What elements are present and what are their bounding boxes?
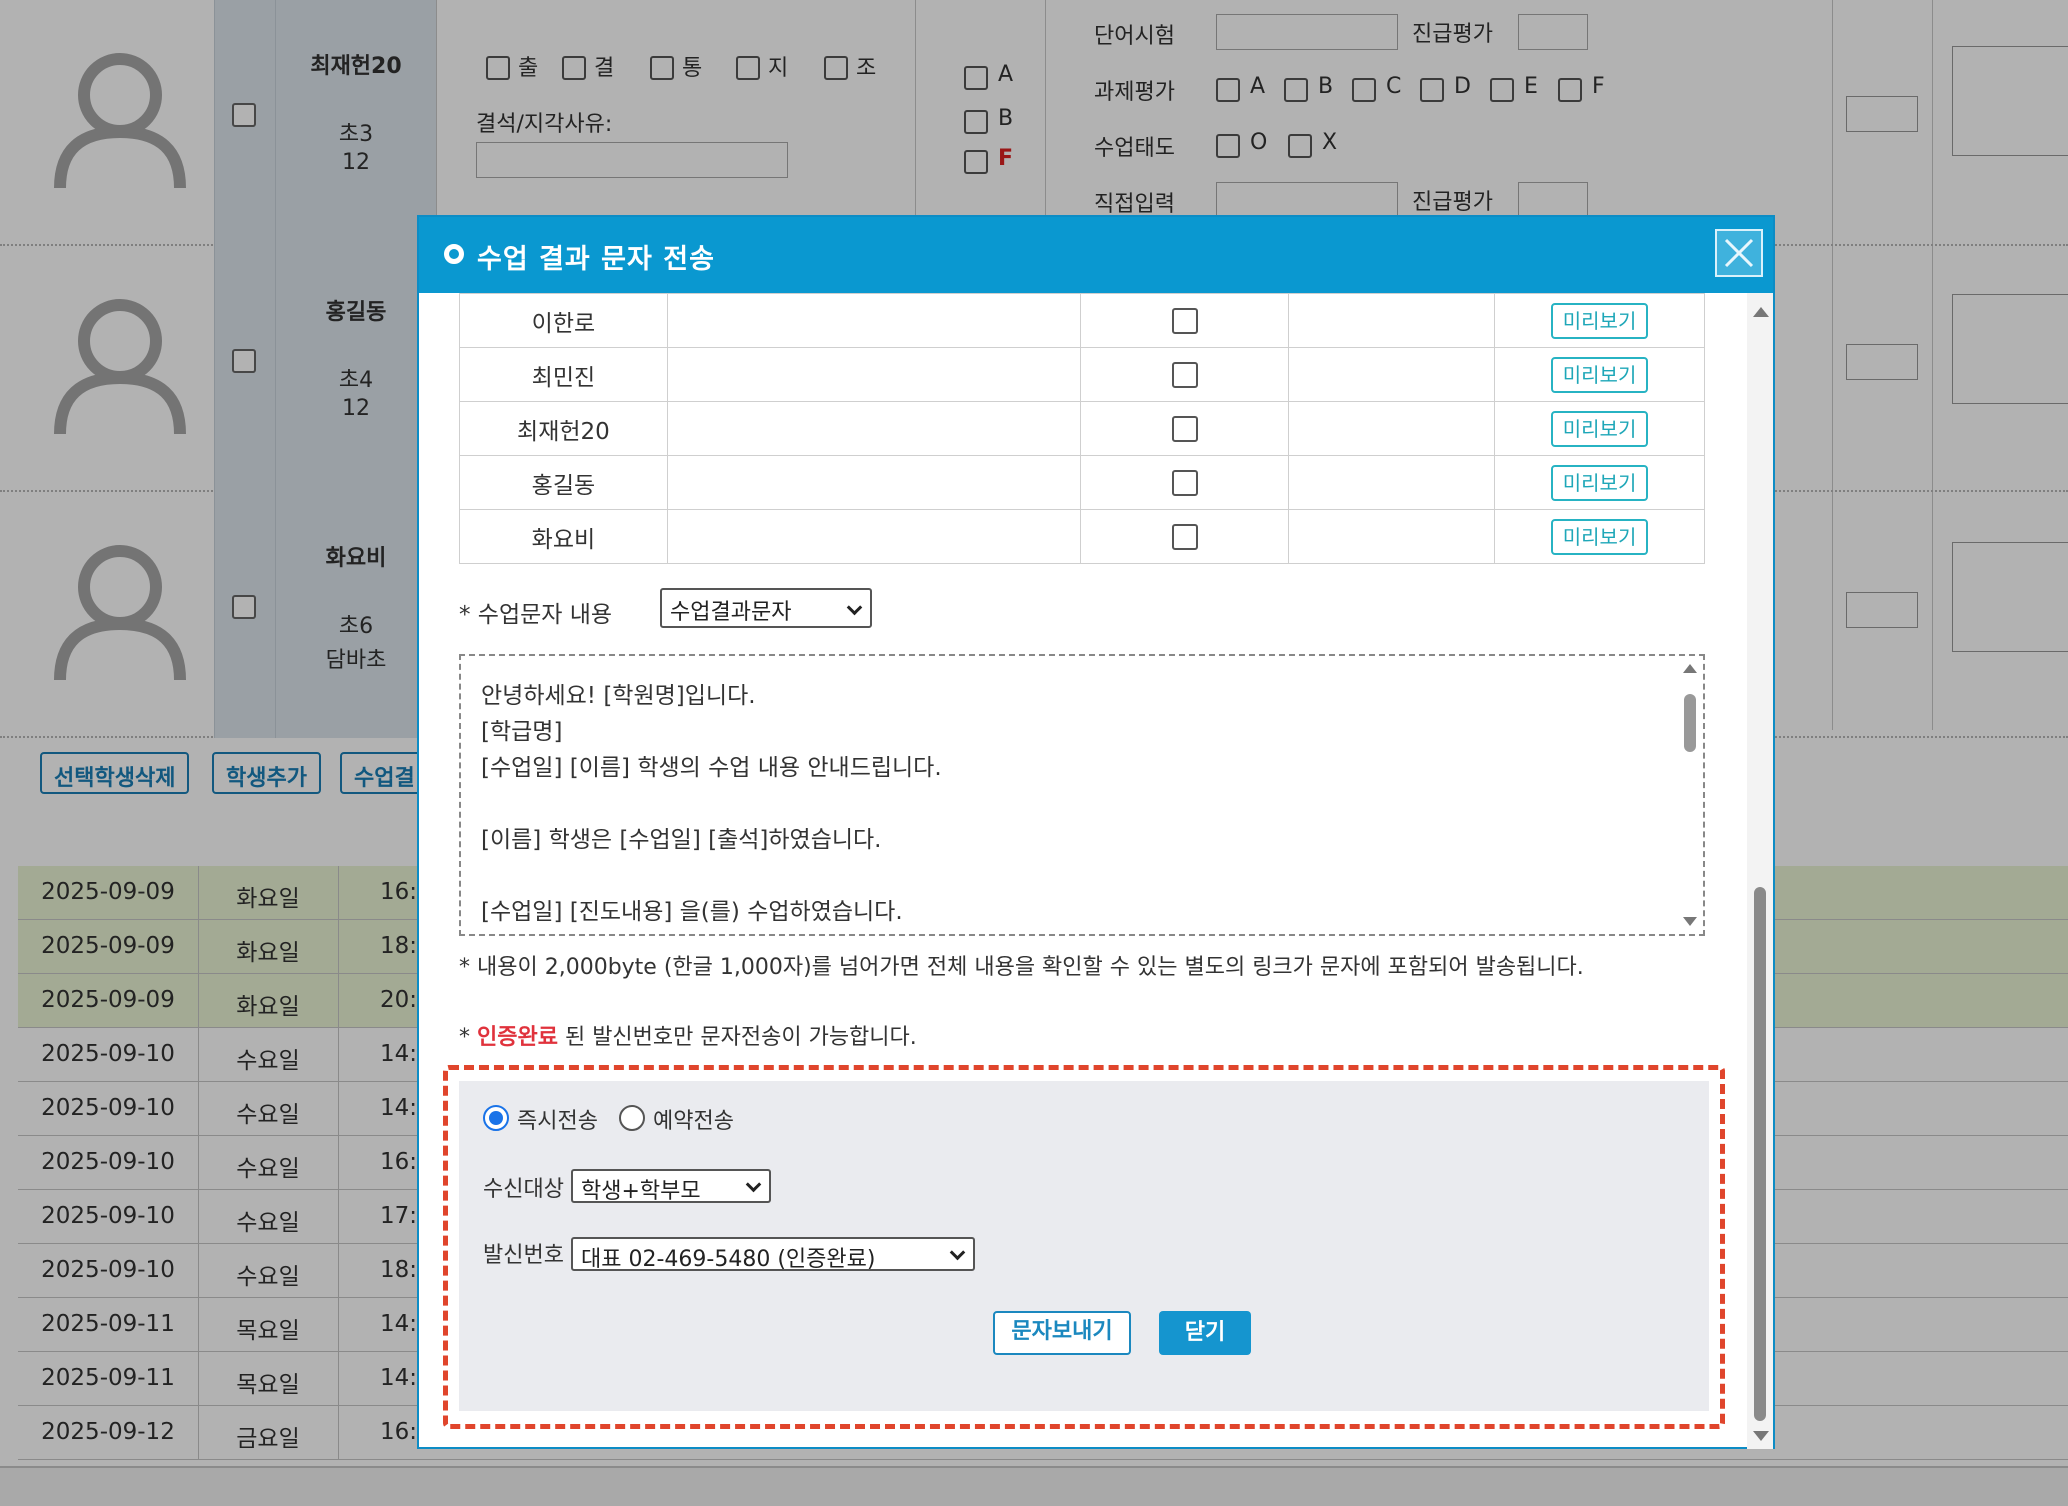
recipient-row: 홍길동 미리보기 xyxy=(459,455,1705,510)
preview-button[interactable]: 미리보기 xyxy=(1550,410,1649,447)
scroll-down-icon[interactable] xyxy=(1683,917,1697,926)
recipient-checkbox[interactable] xyxy=(1171,523,1198,550)
auth-notice: * 인증완료 된 발신번호만 문자전송이 가능합니다. xyxy=(459,1019,917,1051)
scroll-thumb[interactable] xyxy=(1754,887,1766,1421)
recipient-name: 홍길동 xyxy=(459,455,668,510)
scroll-thumb[interactable] xyxy=(1684,694,1696,752)
chevron-down-icon xyxy=(846,599,863,616)
content-template-select[interactable]: 수업결과문자 xyxy=(660,588,872,628)
length-notice: * 내용이 2,000byte (한글 1,000자)를 넘어가면 전체 내용을… xyxy=(459,955,1584,980)
recipient-checkbox[interactable] xyxy=(1171,307,1198,334)
message-text: 안녕하세요! [학원명]입니다. [학급명] [수업일] [이름] 학생의 수업… xyxy=(481,683,942,925)
content-label: * 수업문자 내용 xyxy=(459,602,613,628)
dialog-title: 수업 결과 문자 전송 xyxy=(477,244,715,275)
auth-notice-highlight: 인증완료 xyxy=(477,1025,558,1050)
recipient-table: 이한로 미리보기 최민진 미리보기 최재헌20 미리보기 홍길동 미리보기 화요… xyxy=(459,293,1705,564)
recipient-name: 이한로 xyxy=(459,293,668,348)
preview-button[interactable]: 미리보기 xyxy=(1550,518,1649,555)
dialog-body: 이한로 미리보기 최민진 미리보기 최재헌20 미리보기 홍길동 미리보기 화요… xyxy=(419,293,1749,1449)
title-bullet-icon xyxy=(444,244,464,264)
recipient-row: 최재헌20 미리보기 xyxy=(459,401,1705,456)
preview-button[interactable]: 미리보기 xyxy=(1550,464,1649,501)
content-template-value: 수업결과문자 xyxy=(670,600,792,625)
close-icon[interactable] xyxy=(1715,229,1763,277)
recipient-row: 이한로 미리보기 xyxy=(459,293,1705,348)
recipient-row: 최민진 미리보기 xyxy=(459,347,1705,402)
scroll-up-icon[interactable] xyxy=(1753,307,1769,317)
recipient-name: 최재헌20 xyxy=(459,401,668,456)
recipient-checkbox[interactable] xyxy=(1171,469,1198,496)
message-scrollbar[interactable] xyxy=(1679,658,1701,932)
sms-send-dialog: 수업 결과 문자 전송 이한로 미리보기 최민진 미리보기 최재헌20 미리보기… xyxy=(417,215,1775,1449)
auth-notice-suffix: 된 발신번호만 문자전송이 가능합니다. xyxy=(557,1025,917,1050)
send-options-highlight xyxy=(443,1065,1725,1429)
recipient-name: 화요비 xyxy=(459,509,668,564)
recipient-name: 최민진 xyxy=(459,347,668,402)
dialog-scrollbar[interactable] xyxy=(1747,293,1773,1449)
preview-button[interactable]: 미리보기 xyxy=(1550,356,1649,393)
recipient-checkbox[interactable] xyxy=(1171,415,1198,442)
message-textarea[interactable]: 안녕하세요! [학원명]입니다. [학급명] [수업일] [이름] 학생의 수업… xyxy=(459,654,1705,936)
dialog-header: 수업 결과 문자 전송 xyxy=(419,217,1773,293)
auth-notice-prefix: * xyxy=(459,1025,477,1050)
preview-button[interactable]: 미리보기 xyxy=(1550,302,1649,339)
scroll-down-icon[interactable] xyxy=(1753,1431,1769,1441)
scroll-up-icon[interactable] xyxy=(1683,664,1697,673)
recipient-checkbox[interactable] xyxy=(1171,361,1198,388)
recipient-row: 화요비 미리보기 xyxy=(459,509,1705,564)
